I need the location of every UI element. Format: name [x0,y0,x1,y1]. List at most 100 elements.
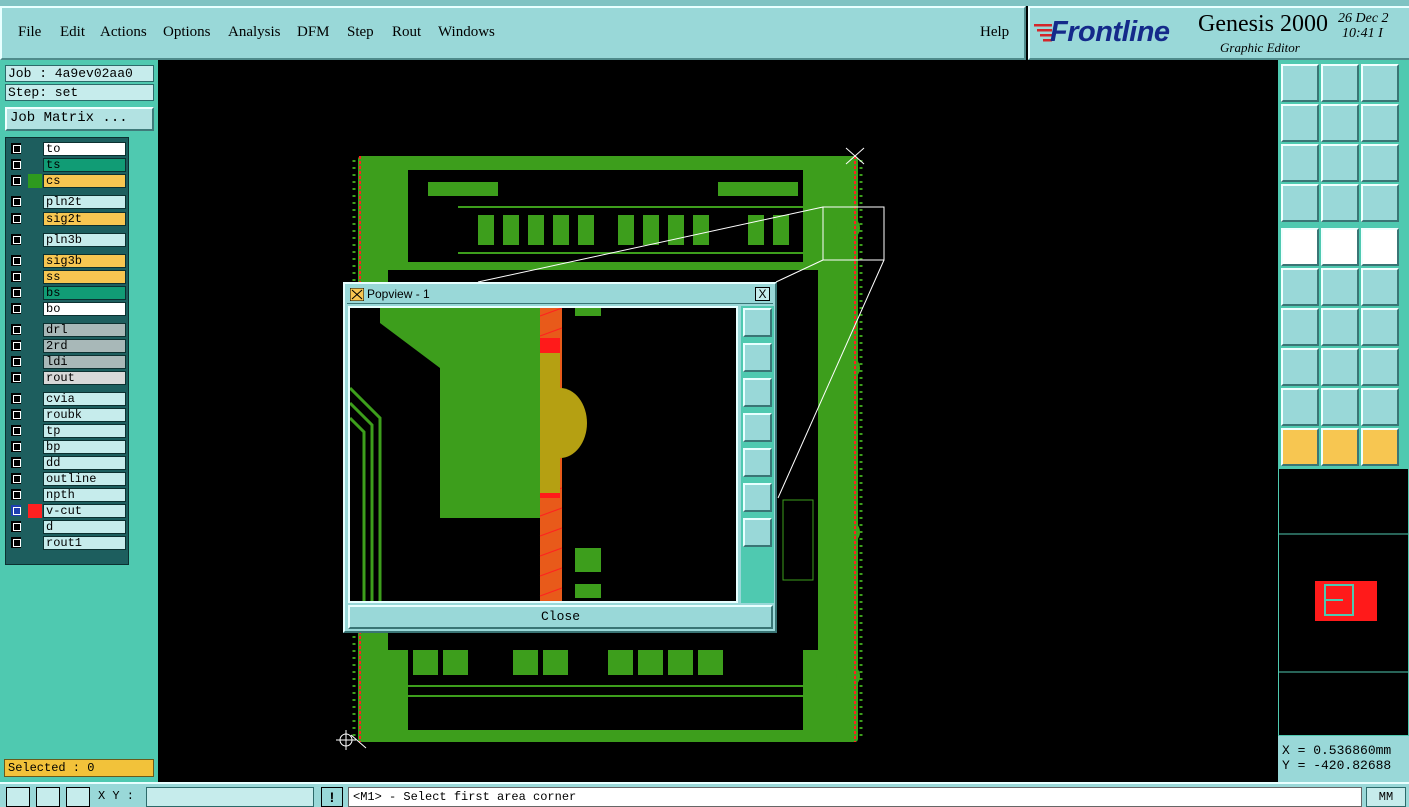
layer-checkbox[interactable] [11,393,21,404]
layer-row-13[interactable]: rout [8,371,129,385]
ruler-icon[interactable] [1361,228,1399,266]
popview-zoom-view[interactable] [348,306,738,603]
layer-row-11[interactable]: 2rd [8,339,129,353]
layers-icon[interactable] [1361,184,1399,222]
layer-row-23[interactable]: rout1 [8,536,129,550]
menu-file[interactable]: File [18,24,41,41]
layer-checkbox[interactable] [11,196,21,207]
menu-edit[interactable]: Edit [60,24,85,41]
layer-row-12[interactable]: ldi [8,355,129,369]
snap-icon[interactable] [1361,268,1399,306]
xy-input[interactable] [146,787,314,807]
layer-name[interactable]: bp [43,440,126,454]
layer-checkbox[interactable] [11,159,21,170]
layer-name[interactable]: sig2t [43,212,126,226]
layer-row-19[interactable]: outline [8,472,129,486]
layer-checkbox[interactable] [11,537,21,548]
layer-checkbox[interactable] [11,441,21,452]
connect-icon[interactable] [1281,268,1319,306]
layer-checkbox[interactable] [11,175,21,186]
layer-name[interactable]: roubk [43,408,126,422]
layer-row-2[interactable]: cs [8,174,129,188]
layer-row-20[interactable]: npth [8,488,129,502]
cross-icon[interactable] [1321,268,1359,306]
triangle-up-icon[interactable] [1321,388,1359,426]
layer-checkbox[interactable] [11,255,21,266]
select-mode-icon[interactable] [6,787,30,807]
layer-checkbox[interactable] [11,356,21,367]
close-icon[interactable]: X [755,287,770,301]
units-button[interactable]: MM [1366,787,1406,807]
layer-checkbox[interactable] [11,409,21,420]
navigator-view[interactable] [1278,468,1409,736]
layer-checkbox[interactable] [11,473,21,484]
measure-icon[interactable] [1321,228,1359,266]
home-icon[interactable] [1281,64,1319,102]
layer-name[interactable]: dd [43,456,126,470]
layer-checkbox[interactable] [11,489,21,500]
cursor-select-icon[interactable] [1321,428,1359,466]
grid-icon[interactable] [1321,184,1359,222]
center-icon[interactable] [1321,144,1359,182]
move-right-icon[interactable] [1321,104,1359,142]
layer-checkbox[interactable] [11,505,21,516]
tools-icon[interactable] [1281,184,1319,222]
window-menu-icon[interactable] [350,288,364,301]
layer-checkbox[interactable] [11,143,21,154]
layer-row-14[interactable]: cvia [8,392,129,406]
layer-row-8[interactable]: bs [8,286,129,300]
pad-icon[interactable] [1281,228,1319,266]
layer-name[interactable]: ss [43,270,126,284]
layer-checkbox[interactable] [11,234,21,245]
draw-mode-icon[interactable] [36,787,60,807]
zoom-frame-icon[interactable] [743,308,772,337]
menu-options[interactable]: Options [163,24,211,41]
zoom-in-icon[interactable] [743,483,772,512]
layer-row-7[interactable]: ss [8,270,129,284]
layer-name[interactable]: drl [43,323,126,337]
layer-row-3[interactable]: pln2t [8,195,129,209]
scale-icon[interactable] [1361,144,1399,182]
layer-name[interactable]: 2rd [43,339,126,353]
warning-icon[interactable]: ! [321,787,343,807]
pan-right-icon[interactable] [743,448,772,477]
layer-name[interactable]: to [43,142,126,156]
layer-row-1[interactable]: ts [8,158,129,172]
text-icon[interactable] [1361,388,1399,426]
save-icon[interactable] [1321,64,1359,102]
layer-checkbox[interactable] [11,521,21,532]
layer-row-10[interactable]: drl [8,323,129,337]
undo-icon[interactable] [1361,104,1399,142]
menu-step[interactable]: Step [347,24,374,41]
job-matrix-button[interactable]: Job Matrix ... [5,107,154,131]
layer-name[interactable]: ts [43,158,126,172]
layer-row-0[interactable]: to [8,142,129,156]
layer-name[interactable]: outline [43,472,126,486]
pad-add-icon[interactable] [1281,348,1319,386]
layer-name[interactable]: sig3b [43,254,126,268]
layer-name[interactable]: bs [43,286,126,300]
layer-checkbox[interactable] [11,324,21,335]
layer-checkbox[interactable] [11,372,21,383]
zoom-out-icon[interactable] [743,518,772,547]
house-icon[interactable] [1361,64,1399,102]
layer-name[interactable]: pln2t [43,195,126,209]
layer-checkbox[interactable] [11,287,21,298]
layer-row-18[interactable]: dd [8,456,129,470]
layer-row-16[interactable]: tp [8,424,129,438]
menu-actions[interactable]: Actions [100,24,147,41]
layer-checkbox[interactable] [11,213,21,224]
layer-row-6[interactable]: sig3b [8,254,129,268]
pan-down-icon[interactable] [743,378,772,407]
layer-name[interactable]: cvia [43,392,126,406]
move-left-icon[interactable] [1281,104,1319,142]
layer-row-21[interactable]: v-cut [8,504,129,518]
layer-name[interactable]: d [43,520,126,534]
arc-icon[interactable] [1361,308,1399,346]
layer-name[interactable]: ldi [43,355,126,369]
layer-row-15[interactable]: roubk [8,408,129,422]
pan-up-icon[interactable] [743,343,772,372]
layer-row-9[interactable]: bo [8,302,129,316]
popview-close-button[interactable]: Close [348,605,773,629]
layer-row-17[interactable]: bp [8,440,129,454]
